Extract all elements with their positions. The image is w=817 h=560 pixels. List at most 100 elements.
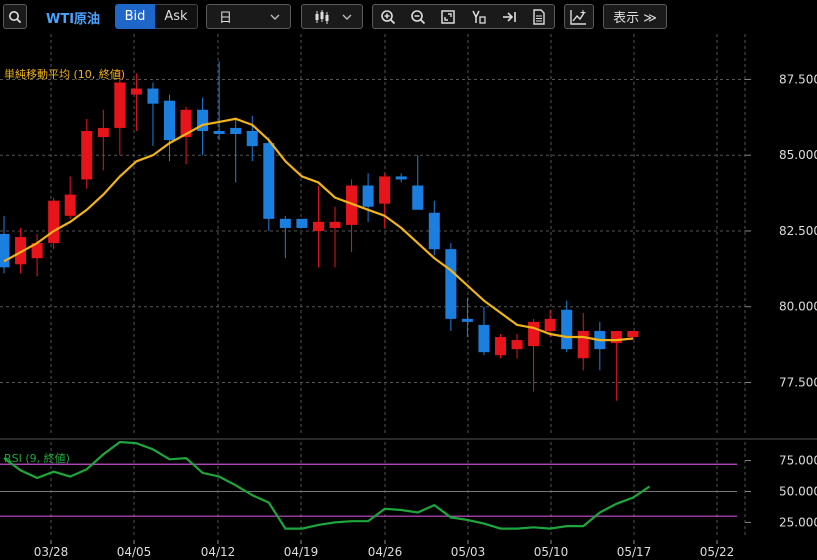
date-axis: 03/28 04/05 04/12 04/19 04/26 05/03 05/10 05/17… [34, 540, 734, 559]
candle-body [412, 185, 424, 210]
candle-body [495, 337, 506, 356]
date-label: 05/10 [534, 545, 569, 559]
candle-body [395, 176, 407, 180]
candle [610, 330, 622, 401]
price-label: 82.500 [779, 224, 817, 238]
fit-icon[interactable] [440, 9, 456, 25]
candle-body [544, 318, 556, 331]
candle-body [64, 194, 76, 216]
candle [279, 215, 291, 259]
candle [0, 215, 10, 274]
candle [164, 94, 175, 162]
candle-body [428, 212, 440, 250]
candle [263, 137, 275, 231]
candle-body [561, 309, 573, 350]
candle [329, 206, 341, 268]
candle-body [130, 88, 142, 95]
timeframe-value: 日 [219, 11, 233, 26]
chart-type-select[interactable] [301, 4, 363, 29]
candle [296, 218, 308, 228]
candle-body [81, 130, 93, 180]
zoom-out-icon[interactable] [410, 9, 426, 25]
candle-body [362, 185, 374, 207]
candle-body [97, 127, 109, 138]
candle [577, 312, 589, 371]
candle [97, 109, 109, 171]
price-label: 77.500 [779, 375, 817, 389]
chart-area[interactable]: 87.500 85.000 82.500 80.000 77.500 単純移動平均 (1… [0, 34, 817, 560]
chevron-down-icon [270, 14, 280, 20]
candle-body [329, 221, 341, 228]
candle [312, 185, 324, 268]
search-button[interactable] [3, 4, 27, 29]
candlestick-icon [314, 9, 330, 24]
candle [495, 334, 506, 359]
candle-body [147, 88, 159, 104]
candle-body [0, 234, 10, 268]
candle [147, 82, 159, 147]
price-label: 87.500 [779, 72, 817, 86]
candle [445, 243, 457, 331]
rsi-label: 50.000 [779, 484, 817, 498]
candle [428, 200, 440, 256]
ma-legend: 単純移動平均 (10, 終値) [4, 67, 125, 81]
candle-body [478, 324, 490, 353]
candle-body [246, 130, 258, 147]
price-label: 80.000 [779, 300, 817, 314]
date-label: 03/28 [34, 545, 69, 559]
document-icon[interactable] [531, 8, 547, 25]
price-panel: 87.500 85.000 82.500 80.000 77.500 単純移動平均 (1… [0, 34, 817, 434]
candle-body [279, 218, 291, 228]
add-indicator-button[interactable] [564, 4, 594, 29]
bid-button[interactable]: Bid [115, 4, 155, 29]
timeframe-select[interactable]: 日 [206, 4, 291, 29]
candle [114, 70, 126, 156]
jump-latest-icon[interactable] [501, 9, 517, 25]
candle [130, 73, 142, 131]
price-label: 85.000 [779, 148, 817, 162]
rsi-label: 25.000 [779, 515, 817, 529]
rsi-line [3, 440, 651, 530]
candle [594, 321, 606, 371]
candle-body [610, 330, 622, 344]
zoom-in-icon[interactable] [380, 9, 396, 25]
candle [81, 118, 93, 189]
candle [346, 179, 358, 253]
candle-body [577, 330, 589, 359]
candle [461, 297, 473, 338]
candle-body [511, 340, 523, 350]
candle-body [445, 249, 457, 319]
candle [395, 173, 407, 183]
display-menu-button[interactable]: 表示 ≫ [603, 4, 667, 29]
candle-body [164, 100, 175, 141]
candle-body [312, 221, 324, 231]
rsi-axis: 75.000 50.000 25.000 [744, 442, 817, 536]
candle [64, 176, 76, 219]
rsi-panel: 75.000 50.000 25.000 RSI (9, 終値) [0, 440, 817, 536]
toolbar: WTI原油 Bid Ask 日 表示 ≫ [0, 0, 817, 34]
candle [561, 300, 573, 353]
candle [511, 334, 523, 359]
symbol-name: WTI原油 [46, 12, 101, 27]
candle [48, 197, 60, 250]
date-label: 05/03 [451, 545, 486, 559]
candle [478, 306, 490, 356]
date-label: 04/05 [117, 545, 152, 559]
candle [230, 118, 242, 183]
candle-body [213, 130, 225, 134]
candle [412, 155, 424, 210]
candle-body [263, 143, 275, 219]
chart-tools-group [372, 4, 555, 29]
candle-body [230, 127, 242, 134]
candle-body [528, 321, 540, 347]
candle-body [461, 318, 473, 322]
search-icon [8, 10, 22, 24]
cursor-text-icon[interactable] [471, 9, 487, 25]
candle-body [114, 82, 126, 128]
price-axis: 87.500 85.000 82.500 80.000 77.500 [744, 34, 817, 434]
chevron-down-icon [342, 14, 352, 20]
ask-button[interactable]: Ask [155, 4, 198, 29]
candle-body [48, 200, 60, 244]
rsi-label: 75.000 [779, 454, 817, 468]
add-indicator-icon [570, 9, 588, 25]
